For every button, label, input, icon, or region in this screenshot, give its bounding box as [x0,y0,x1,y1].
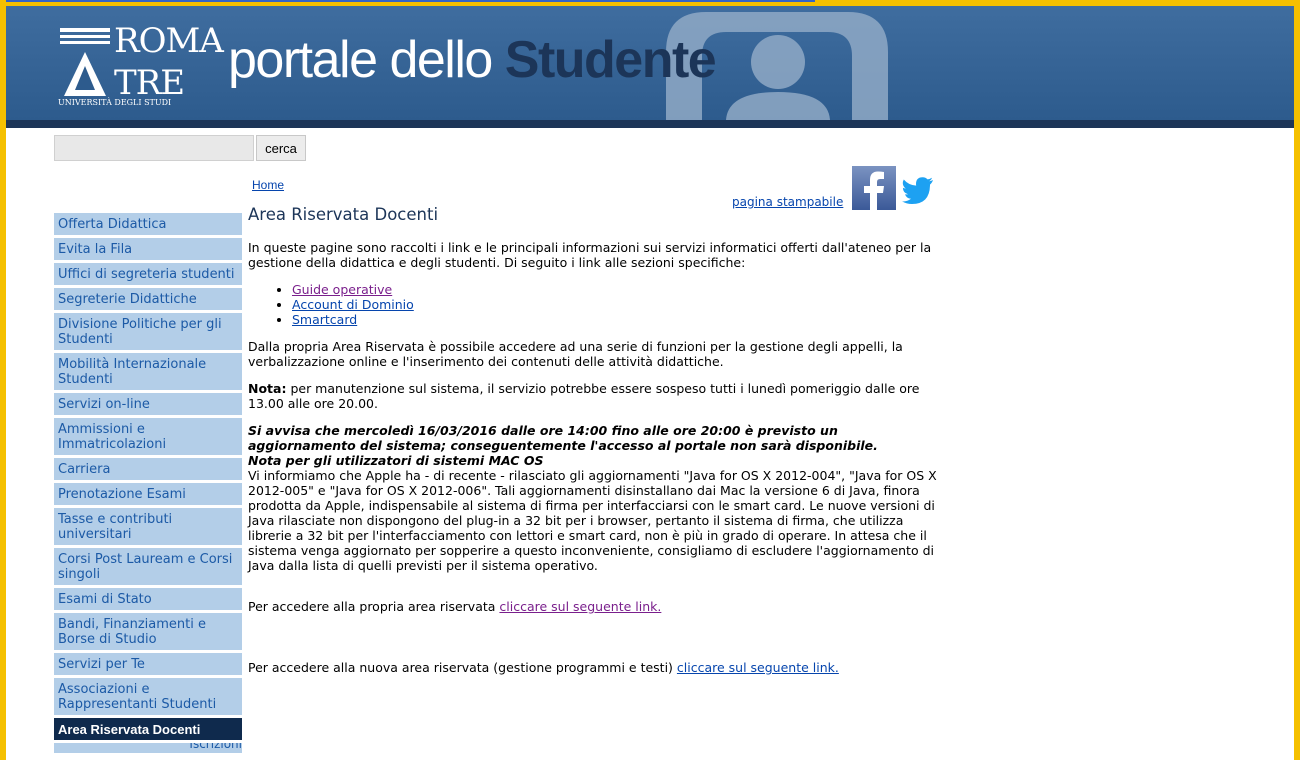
sidebar-item-offerta-didattica[interactable]: Offerta Didattica [54,213,242,235]
sidebar-item-corsi-post-lauream[interactable]: Corsi Post Lauream e Corsi singoli [54,548,242,585]
sidebar-item-evita-la-fila[interactable]: Evita la Fila [54,238,242,260]
twitter-icon[interactable] [902,176,934,204]
mac-notice-title: Nota per gli utilizzatori di sistemi MAC… [248,453,544,468]
logo-wordmark: ROMA TRE [114,21,224,103]
nota-label: Nota: [248,381,287,396]
right-frame [1294,0,1300,760]
page-title: Area Riservata Docenti [248,205,439,224]
logo-tre: TRE [114,63,185,103]
facebook-icon[interactable] [852,166,896,210]
search-input[interactable] [54,135,254,161]
sidebar-item-divisione-politiche[interactable]: Divisione Politiche per gli Studenti [54,313,242,350]
breadcrumb-home-link[interactable]: Home [252,178,284,192]
access-text-2: Per accedere alla nuova area riservata (… [248,660,677,675]
list-item: Account di Dominio [292,297,938,312]
portal-title-part1: portale dello [228,31,505,89]
header-bottom-bar [6,120,1294,128]
access-paragraph-1: Per accedere alla propria area riservata… [248,599,938,614]
guide-operative-link[interactable]: Guide operative [292,282,392,297]
maintenance-note: Nota: per manutenzione sul sistema, il s… [248,381,938,411]
access-link-2[interactable]: cliccare sul seguente link. [677,660,839,675]
nota-text: per manutenzione sul sistema, il servizi… [248,381,920,411]
sidebar-item-prenotazione-esami[interactable]: Prenotazione Esami [54,483,242,505]
mac-notice-text: Vi informiamo che Apple ha - di recente … [248,468,937,573]
sidebar-item-iscrizioni[interactable]: Iscrizioni [54,743,242,753]
smartcard-link[interactable]: Smartcard [292,312,357,327]
sidebar-item-servizi-online[interactable]: Servizi on-line [54,393,242,415]
search-button[interactable]: cerca [256,135,306,161]
logo-subline: UNIVERSITÀ DEGLI STUDI [58,98,172,107]
access-link-1[interactable]: cliccare sul seguente link. [499,599,661,614]
main-content: Area Riservata Docenti In queste pagine … [248,205,938,687]
logo-arch-icon [60,28,110,96]
portal-title: portale dello Studente [228,31,717,89]
logo-roma: ROMA [114,21,224,61]
sidebar-item-segreterie-didattiche[interactable]: Segreterie Didattiche [54,288,242,310]
list-item: Guide operative [292,282,938,297]
skip-link-underline[interactable] [0,0,815,2]
sidebar-item-tasse-contributi[interactable]: Tasse e contributi universitari [54,508,242,545]
sidebar-item-uffici-segreteria[interactable]: Uffici di segreteria studenti [54,263,242,285]
sidebar-item-area-riservata-docenti[interactable]: Area Riservata Docenti [54,718,242,740]
sidebar-item-servizi-per-te[interactable]: Servizi per Te [54,653,242,675]
sidebar-item-iscrizioni-label: Iscrizioni [189,743,242,751]
sidebar-item-ammissioni[interactable]: Ammissioni e Immatricolazioni [54,418,242,455]
access-paragraph-2: Per accedere alla nuova area riservata (… [248,660,938,675]
portal-title-part2: Studente [504,31,717,89]
sidebar-item-mobilita-internazionale[interactable]: Mobilità Internazionale Studenti [54,353,242,390]
sidebar-item-carriera[interactable]: Carriera [54,458,242,480]
intro-paragraph: In queste pagine sono raccolti i link e … [248,240,932,270]
section-link-list: Guide operative Account di Dominio Smart… [248,282,938,327]
update-notice: Si avvisa che mercoledì 16/03/2016 dalle… [248,423,878,453]
functions-paragraph: Dalla propria Area Riservata è possibile… [248,339,903,369]
list-item: Smartcard [292,312,938,327]
account-dominio-link[interactable]: Account di Dominio [292,297,414,312]
sidebar-item-esami-di-stato[interactable]: Esami di Stato [54,588,242,610]
sidebar-item-bandi-finanziamenti[interactable]: Bandi, Finanziamenti e Borse di Studio [54,613,242,650]
mac-notice: Si avvisa che mercoledì 16/03/2016 dalle… [248,423,938,573]
access-text-1: Per accedere alla propria area riservata [248,599,500,614]
sidebar-nav: Offerta Didattica Evita la Fila Uffici d… [54,213,242,756]
sidebar-item-associazioni[interactable]: Associazioni e Rappresentanti Studenti [54,678,242,715]
